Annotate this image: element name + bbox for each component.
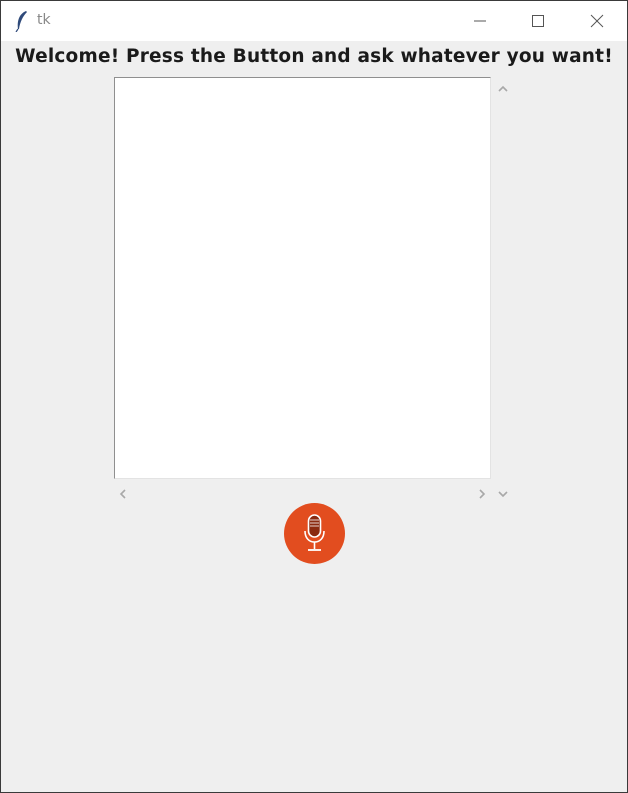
- maximize-button[interactable]: [509, 1, 567, 41]
- scroll-down-arrow-icon[interactable]: [497, 485, 509, 498]
- feather-icon: [14, 10, 30, 33]
- welcome-heading: Welcome! Press the Button and ask whatev…: [15, 46, 613, 67]
- horizontal-scrollbar[interactable]: [114, 482, 493, 500]
- minimize-button[interactable]: [451, 1, 509, 41]
- response-text-area[interactable]: [114, 77, 491, 479]
- close-button[interactable]: [568, 1, 626, 41]
- scroll-right-arrow-icon[interactable]: [476, 485, 488, 499]
- microphone-button[interactable]: [284, 503, 345, 564]
- window-title: tk: [37, 12, 51, 28]
- title-bar[interactable]: tk: [1, 1, 627, 41]
- scroll-left-arrow-icon[interactable]: [117, 485, 129, 499]
- scroll-up-arrow-icon[interactable]: [497, 80, 509, 92]
- app-window: tk Welcome! Press the Button and ask wha…: [0, 0, 628, 793]
- vertical-scrollbar[interactable]: [493, 77, 513, 502]
